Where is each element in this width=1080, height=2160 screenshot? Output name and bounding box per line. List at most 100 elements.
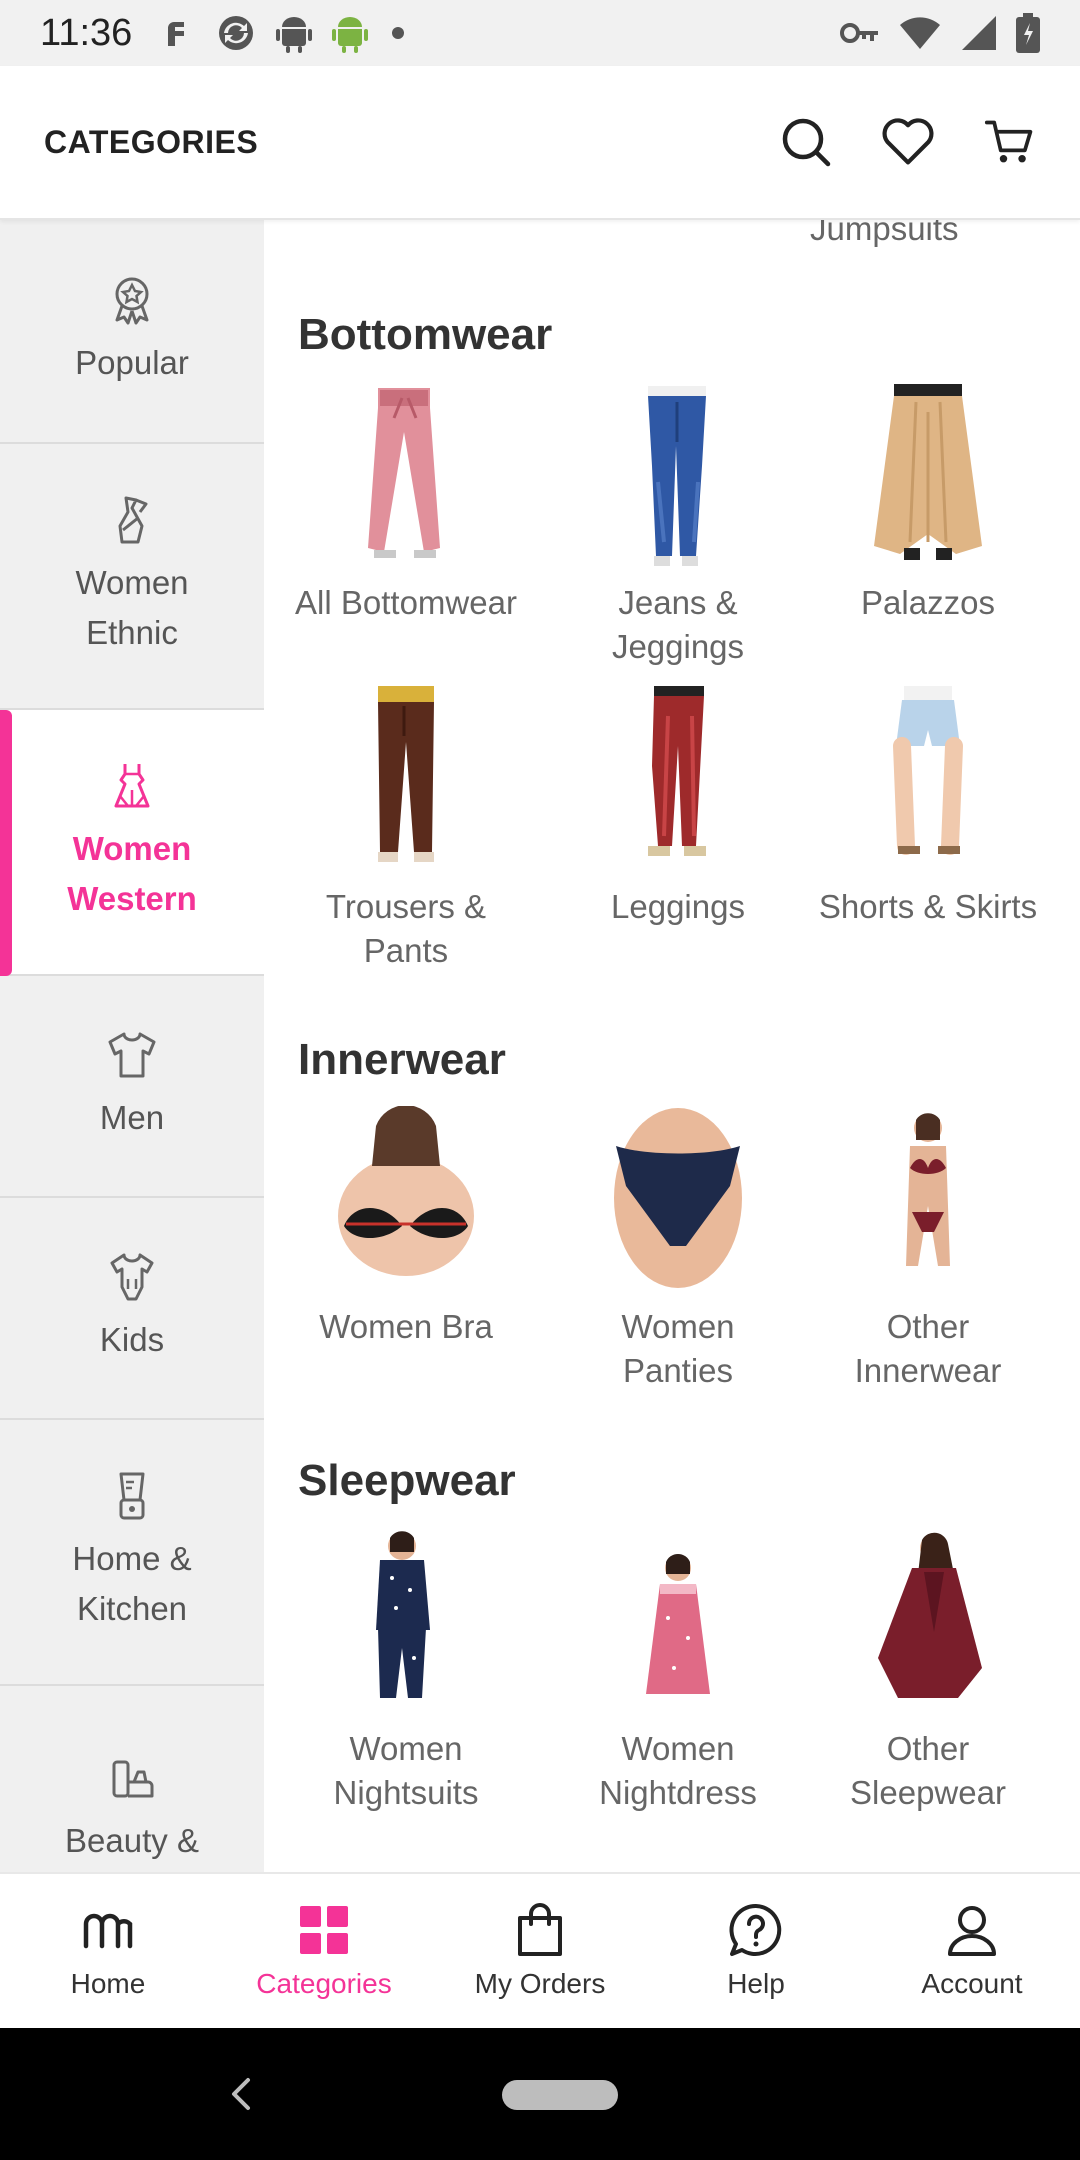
header-actions [780,116,1036,168]
sidebar-item-men[interactable]: Men [0,976,264,1198]
sidebar-item-label: Men [99,1099,165,1136]
meesho-home-icon [83,1913,133,1949]
partial-category-label[interactable]: Jumpsuits [810,220,959,248]
category-content: Jumpsuits Bottomwear All Bottomwear Jean… [264,220,1080,1872]
category-label: Palazzos [861,584,995,621]
category-tile[interactable]: Palazzos [798,382,1058,625]
women-nightsuits-image [376,1531,430,1698]
blender-icon [119,1472,145,1520]
sidebar-item-popular[interactable]: Popular [0,220,264,444]
sidebar-item-label: Women Ethnic [75,564,189,651]
women-panties-image [614,1108,742,1288]
page-title: CATEGORIES [44,123,259,160]
bottom-navigation: Home Categories My Orders Help Account [0,1872,1080,2028]
grid-icon [300,1906,348,1954]
nav-label: Home [70,1968,146,1999]
sidebar-item-label: Women Western [67,830,197,917]
section-title-innerwear: Innerwear [298,1035,506,1084]
category-label: Women Bra [319,1308,493,1345]
category-label: Women Nightsuits [333,1730,479,1811]
sidebar-item-label: Popular [75,344,189,381]
search-button[interactable] [780,116,832,168]
android-icon [276,17,313,53]
status-time: 11:36 [40,11,133,54]
women-nightdress-image [646,1554,710,1694]
wifi-icon [900,17,940,49]
section-title-bottomwear: Bottomwear [298,310,553,359]
category-label: Other Sleepwear [850,1730,1006,1811]
other-innerwear-image [906,1113,950,1266]
nav-label: Categories [256,1968,392,1999]
palazzos-image [874,384,982,560]
badge-star-icon [115,277,149,325]
back-chevron-icon[interactable] [222,2070,262,2118]
help-bubble-icon [729,1903,782,1956]
category-tile[interactable]: Women Nightsuits [276,1528,536,1815]
cart-button[interactable] [984,116,1036,168]
leggings-image [648,686,706,856]
category-label: Other Innerwear [854,1308,1002,1389]
sidebar-item-beauty-health[interactable]: Beauty & Health [0,1686,264,1872]
category-tile[interactable]: Women Nightdress [548,1528,808,1815]
nav-home[interactable]: Home [0,1874,216,2028]
tshirt-icon [108,1032,156,1078]
section-title-sleepwear: Sleepwear [298,1456,516,1505]
category-label: Shorts & Skirts [818,888,1038,925]
status-bar: 11:36 [0,0,1080,66]
category-tile[interactable]: All Bottomwear [276,382,536,625]
category-tile[interactable]: Trousers & Pants [276,686,536,973]
cart-icon [984,120,1033,163]
account-icon [948,1906,996,1956]
trousers-pants-image [378,686,434,862]
wishlist-button[interactable] [882,116,934,168]
system-navigation-bar [0,2028,1080,2160]
app-header: CATEGORIES [0,66,1080,220]
active-indicator [0,710,12,976]
home-pill-button[interactable] [502,2080,618,2110]
sidebar-item-home-kitchen[interactable]: Home & Kitchen [0,1420,264,1686]
category-tile[interactable]: Women Panties [548,1106,808,1393]
status-system-icons [840,13,1040,53]
category-tile[interactable]: Leggings [548,686,808,929]
category-tile[interactable]: Other Innerwear [798,1106,1058,1393]
sidebar-item-label: Home & Kitchen [72,1540,192,1627]
nav-categories[interactable]: Categories [216,1874,432,2028]
sync-icon [219,16,254,50]
category-label: Women Nightdress [599,1730,757,1811]
jeans-jeggings-image [648,386,706,566]
dot-icon [392,27,405,39]
nav-my-orders[interactable]: My Orders [432,1874,648,2028]
category-tile[interactable]: Shorts & Skirts [798,686,1058,929]
wishlist-heart-icon [882,118,934,165]
nav-label: My Orders [474,1968,606,1999]
category-label: Jeans & Jeggings [611,584,745,665]
shopping-bag-icon [518,1903,562,1956]
category-tile[interactable]: Jeans & Jeggings [548,382,808,669]
category-label: Leggings [611,888,745,925]
nav-label: Account [921,1968,1023,1999]
category-sidebar: Popular Women Ethnic Women Western Men K… [0,220,264,1872]
category-tile[interactable]: Other Sleepwear [798,1528,1058,1815]
shorts-skirts-image [893,686,963,855]
category-label: All Bottomwear [295,584,517,621]
sidebar-item-label: Beauty & Health [65,1822,199,1859]
cosmetics-icon [112,1760,154,1798]
nav-account[interactable]: Account [864,1874,1080,2028]
category-label: Trousers & Pants [325,888,487,969]
status-notification-icons [162,13,408,53]
sidebar-item-women-western[interactable]: Women Western [0,710,264,976]
android-green-icon [332,17,369,53]
nav-help[interactable]: Help [648,1874,864,2028]
nav-label: Help [727,1968,785,1999]
sidebar-item-kids[interactable]: Kids [0,1198,264,1420]
category-label: Women Panties [621,1308,735,1389]
category-tile[interactable]: Women Bra [276,1106,536,1349]
dress-icon [114,764,150,808]
women-bra-image [338,1106,474,1276]
sidebar-item-women-ethnic[interactable]: Women Ethnic [0,444,264,710]
sidebar-item-label: Kids [99,1321,165,1358]
other-sleepwear-image [878,1532,982,1698]
battery-icon [1016,13,1040,53]
saree-icon [118,496,148,544]
vpn-key-icon [840,23,878,43]
